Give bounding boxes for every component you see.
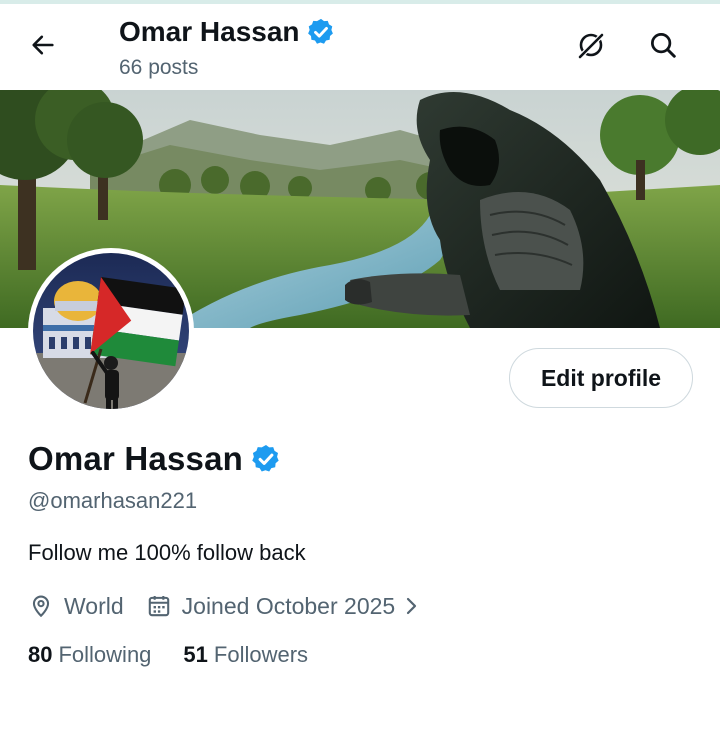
joined-date[interactable]: Joined October 2025 [146,593,424,620]
post-count: 66 posts [119,56,199,79]
arrow-left-icon [32,35,54,55]
edit-profile-button[interactable]: Edit profile [509,348,693,408]
header-name: Omar Hassan [119,16,300,47]
following-link[interactable]: 80 Following [28,642,151,668]
following-count: 80 [28,642,53,667]
grok-button[interactable] [570,24,612,66]
bio: Follow me 100% follow back [28,540,306,565]
verified-badge-icon[interactable] [250,443,282,475]
profile-header: Omar Hassan 66 posts [0,4,720,90]
avatar[interactable] [28,248,194,414]
grok-icon [578,33,604,59]
display-name: Omar Hassan [28,440,243,477]
joined-text: Joined October 2025 [181,592,396,619]
avatar-image [33,253,189,409]
header-title: Omar Hassan [119,16,336,48]
back-button[interactable] [22,24,64,66]
location-text: World [64,592,124,619]
search-icon [651,33,676,58]
search-button[interactable] [642,24,684,66]
location-pin-icon [32,595,50,618]
location: World [28,593,124,620]
user-handle: @omarhasan221 [28,488,198,513]
followers-link[interactable]: 51 Followers [183,642,308,668]
following-label: Following [58,642,152,667]
chevron-right-icon [407,597,417,615]
profile-name-row: Omar Hassan [28,440,282,478]
profile-meta: World Joined October 2025 [28,590,423,622]
profile-page: Omar Hassan 66 posts Edit profile Omar H… [0,0,720,732]
calendar-icon [148,596,169,617]
followers-label: Followers [213,642,309,667]
verified-badge-icon [307,18,333,44]
followers-count: 51 [183,642,208,667]
follow-stats: 80 Following 51 Followers [28,642,308,668]
